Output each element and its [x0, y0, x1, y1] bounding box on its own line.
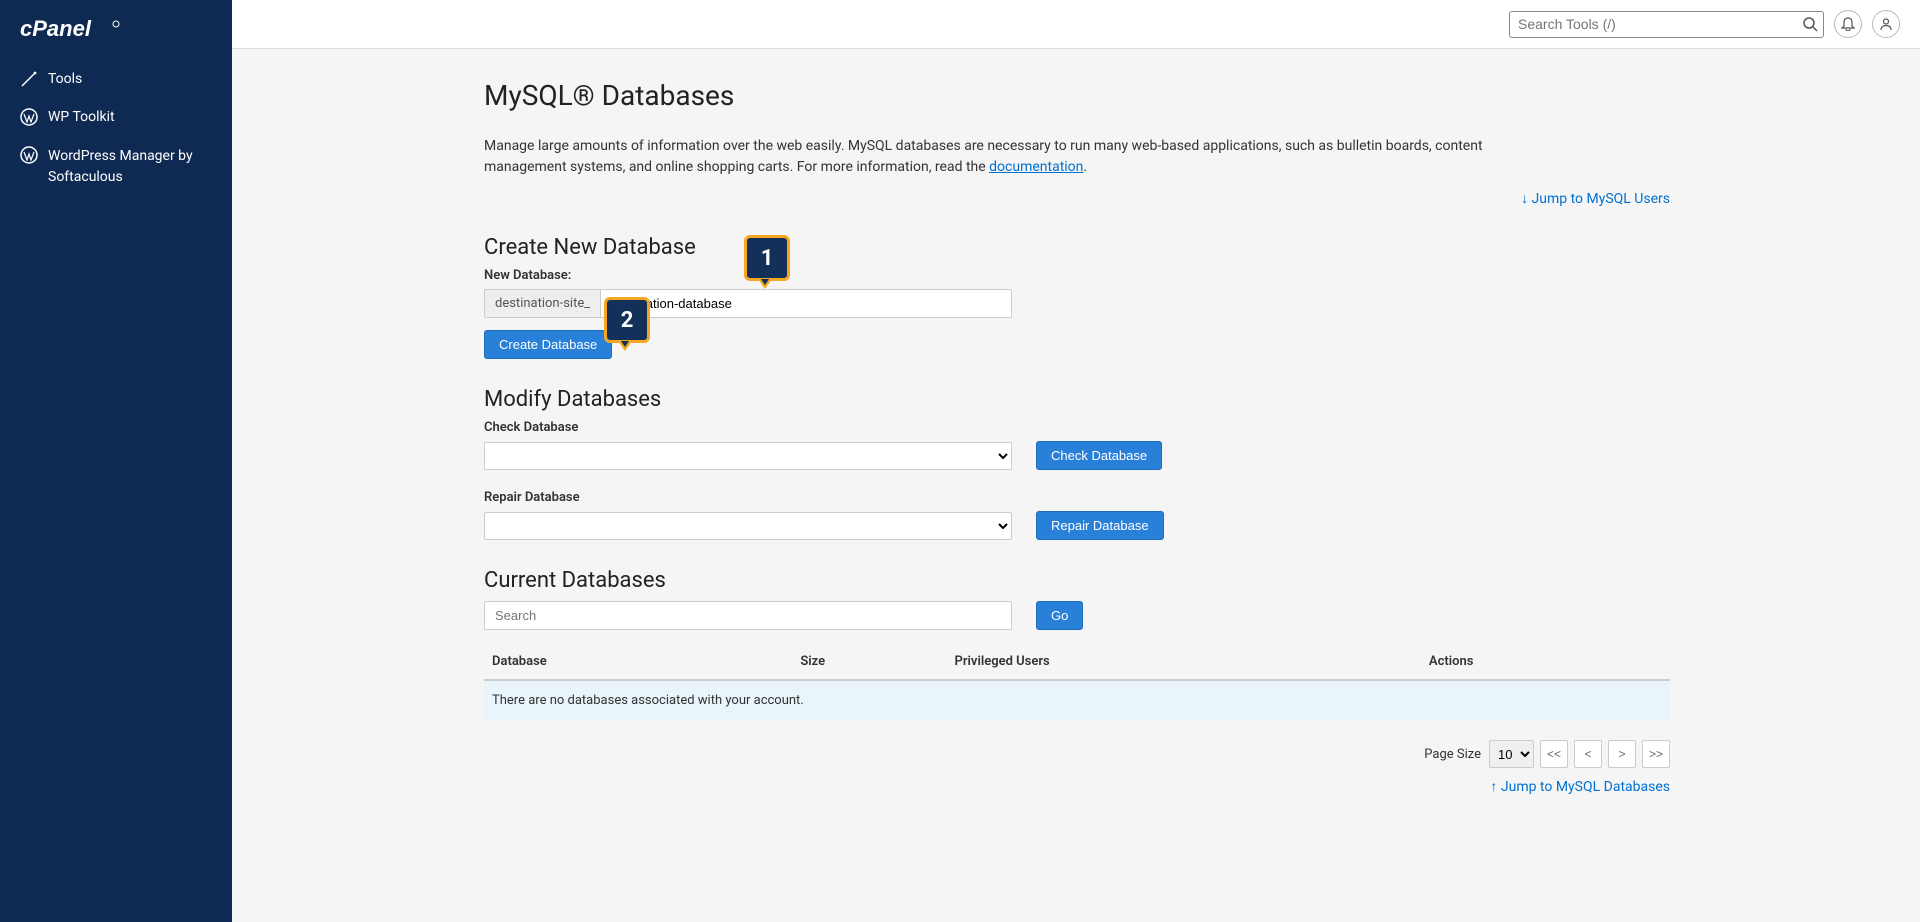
sidebar: cPanel Tools WP Toolkit WordPress Manage…: [0, 0, 232, 922]
go-button[interactable]: Go: [1036, 601, 1083, 630]
sidebar-item-label: WP Toolkit: [48, 109, 115, 125]
col-privileged-users[interactable]: Privileged Users: [947, 644, 1421, 680]
jump-link-row: ↓ Jump to MySQL Users: [484, 190, 1670, 207]
intro-text: Manage large amounts of information over…: [484, 136, 1564, 178]
create-new-database-heading: Create New Database: [484, 235, 1670, 260]
notifications-button[interactable]: [1834, 10, 1862, 38]
database-prefix: destination-site_: [484, 289, 600, 318]
search-tools-wrap: [1509, 11, 1824, 38]
col-actions[interactable]: Actions: [1421, 644, 1670, 680]
pager-first-button[interactable]: <<: [1540, 740, 1568, 768]
check-database-select[interactable]: [484, 442, 1012, 470]
modify-databases-heading: Modify Databases: [484, 387, 1670, 412]
check-database-label: Check Database: [484, 420, 1670, 435]
search-submit-button[interactable]: [1802, 16, 1818, 32]
jump-to-mysql-users-link[interactable]: ↓ Jump to MySQL Users: [1521, 191, 1670, 207]
new-database-label: New Database:: [484, 268, 1670, 283]
page-size-label: Page Size: [1424, 747, 1481, 762]
page-size-select[interactable]: 10: [1489, 740, 1534, 768]
account-button[interactable]: [1872, 10, 1900, 38]
wordpress-icon: [20, 146, 38, 164]
page-title: MySQL® Databases: [484, 79, 1670, 112]
sidebar-item-tools[interactable]: Tools: [0, 60, 232, 98]
repair-database-select[interactable]: [484, 512, 1012, 540]
main: MySQL® Databases Manage large amounts of…: [232, 0, 1920, 922]
search-databases-input[interactable]: [484, 601, 1012, 630]
col-size[interactable]: Size: [792, 644, 946, 680]
repair-database-button[interactable]: Repair Database: [1036, 511, 1164, 540]
search-icon: [1802, 16, 1818, 32]
new-database-input-group: destination-site_: [484, 289, 1012, 318]
col-database[interactable]: Database: [484, 644, 792, 680]
pager-prev-button[interactable]: <: [1574, 740, 1602, 768]
table-row: There are no databases associated with y…: [484, 680, 1670, 720]
sidebar-item-wp-toolkit[interactable]: WP Toolkit: [0, 98, 232, 136]
cpanel-logo-icon: cPanel: [20, 18, 120, 40]
wordpress-icon: [20, 108, 38, 126]
current-databases-heading: Current Databases: [484, 568, 1670, 593]
check-database-button[interactable]: Check Database: [1036, 441, 1162, 470]
topbar: [232, 0, 1920, 49]
sidebar-item-label: Tools: [48, 71, 82, 87]
new-database-input[interactable]: [600, 289, 1012, 318]
documentation-link[interactable]: documentation: [989, 159, 1083, 175]
jump-to-mysql-databases-link[interactable]: ↑ Jump to MySQL Databases: [1490, 779, 1670, 795]
logo: cPanel: [0, 18, 232, 60]
content: MySQL® Databases Manage large amounts of…: [232, 49, 1920, 922]
callout-1: 1: [744, 235, 794, 285]
sidebar-item-label: WordPress Manager by Softaculous: [48, 146, 212, 188]
bottom-jump-row: ↑ Jump to MySQL Databases: [484, 778, 1670, 795]
create-database-button[interactable]: Create Database: [484, 330, 612, 359]
bell-icon: [1841, 17, 1855, 31]
pager: Page Size 10 << < > >>: [484, 740, 1670, 768]
pager-last-button[interactable]: >>: [1642, 740, 1670, 768]
callout-2: 2: [604, 297, 654, 347]
empty-message: There are no databases associated with y…: [484, 680, 1670, 720]
svg-text:cPanel: cPanel: [20, 18, 92, 40]
databases-table: Database Size Privileged Users Actions T…: [484, 644, 1670, 720]
sidebar-item-wp-manager[interactable]: WordPress Manager by Softaculous: [0, 136, 232, 198]
user-icon: [1879, 17, 1893, 31]
tools-icon: [20, 70, 38, 88]
pager-next-button[interactable]: >: [1608, 740, 1636, 768]
repair-database-label: Repair Database: [484, 490, 1670, 505]
search-tools-input[interactable]: [1509, 11, 1824, 38]
